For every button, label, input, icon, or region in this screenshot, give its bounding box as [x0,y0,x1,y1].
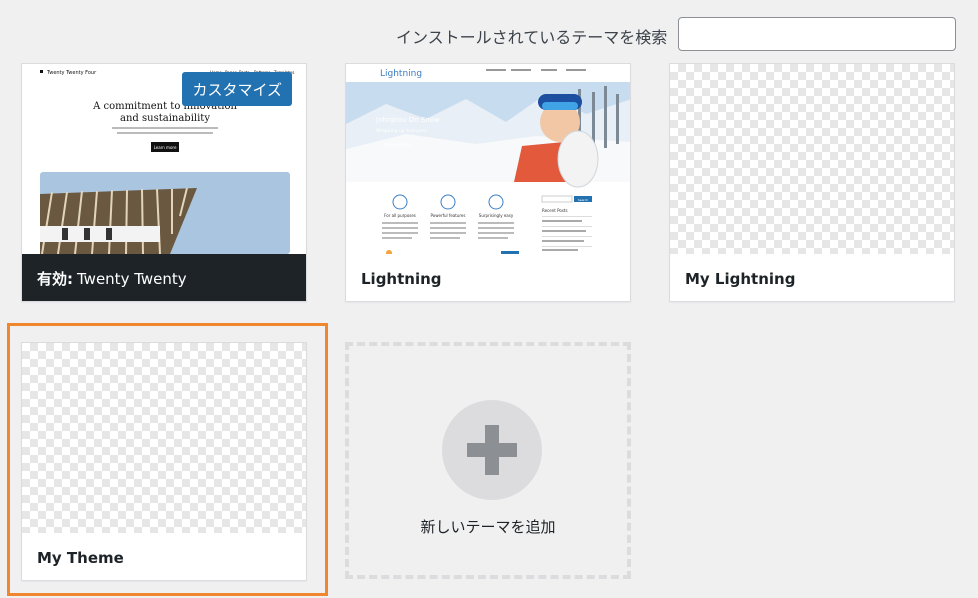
theme-name-bar: 有効: Twenty Twenty [22,254,306,301]
theme-name: Lightning [361,269,442,288]
preview-hero-button: READ MORE [384,143,411,149]
search-label: インストールされているテーマを検索 [396,28,668,47]
theme-card-twenty-twenty[interactable]: Twenty Twenty Four Home Pages Posts Patt… [21,63,307,302]
active-label: 有効: [37,270,73,288]
theme-card-my-lightning[interactable]: My Lightning [669,63,955,302]
theme-screenshot: Lightning Johnjirou On Snow Wrapping up … [346,64,630,255]
preview-button: Learn more [154,145,177,150]
preview-hero-title: Johnjirou On Snow [375,116,440,124]
theme-screenshot-placeholder [670,64,954,255]
theme-name: My Lightning [685,269,796,288]
preview-feature-2: Powerful features [431,213,466,218]
theme-name-bar: My Lightning [670,254,954,301]
preview-logo: Lightning [380,69,422,79]
preview-brand: Twenty Twenty Four [46,70,97,76]
preview-feature-3: Surprisingly easy [479,213,514,218]
lightning-preview: Lightning Johnjirou On Snow Wrapping up … [346,69,630,254]
theme-card-my-theme[interactable]: My Theme [21,342,307,581]
search-input[interactable] [678,17,956,51]
theme-name-bar: My Theme [22,533,306,580]
theme-name: Twenty Twenty [77,269,187,288]
customize-button[interactable]: カスタマイズ [182,72,292,106]
theme-name: My Theme [37,548,124,567]
preview-sidebar-title: Recent Posts [542,208,568,213]
preview-headline-2: and sustainability [120,113,210,124]
theme-name-bar: Lightning [346,254,630,301]
plus-icon [442,400,542,500]
theme-card-lightning[interactable]: Lightning Johnjirou On Snow Wrapping up … [345,63,631,302]
add-new-theme-card[interactable]: 新しいテーマを追加 [345,342,631,579]
theme-screenshot-placeholder [22,343,306,534]
preview-feature-1: For all purposes [384,213,416,218]
preview-search-button: Search [578,198,588,202]
preview-hero-sub: Wrapping up everyone [376,128,427,134]
add-new-theme-label: 新しいテーマを追加 [420,518,556,536]
